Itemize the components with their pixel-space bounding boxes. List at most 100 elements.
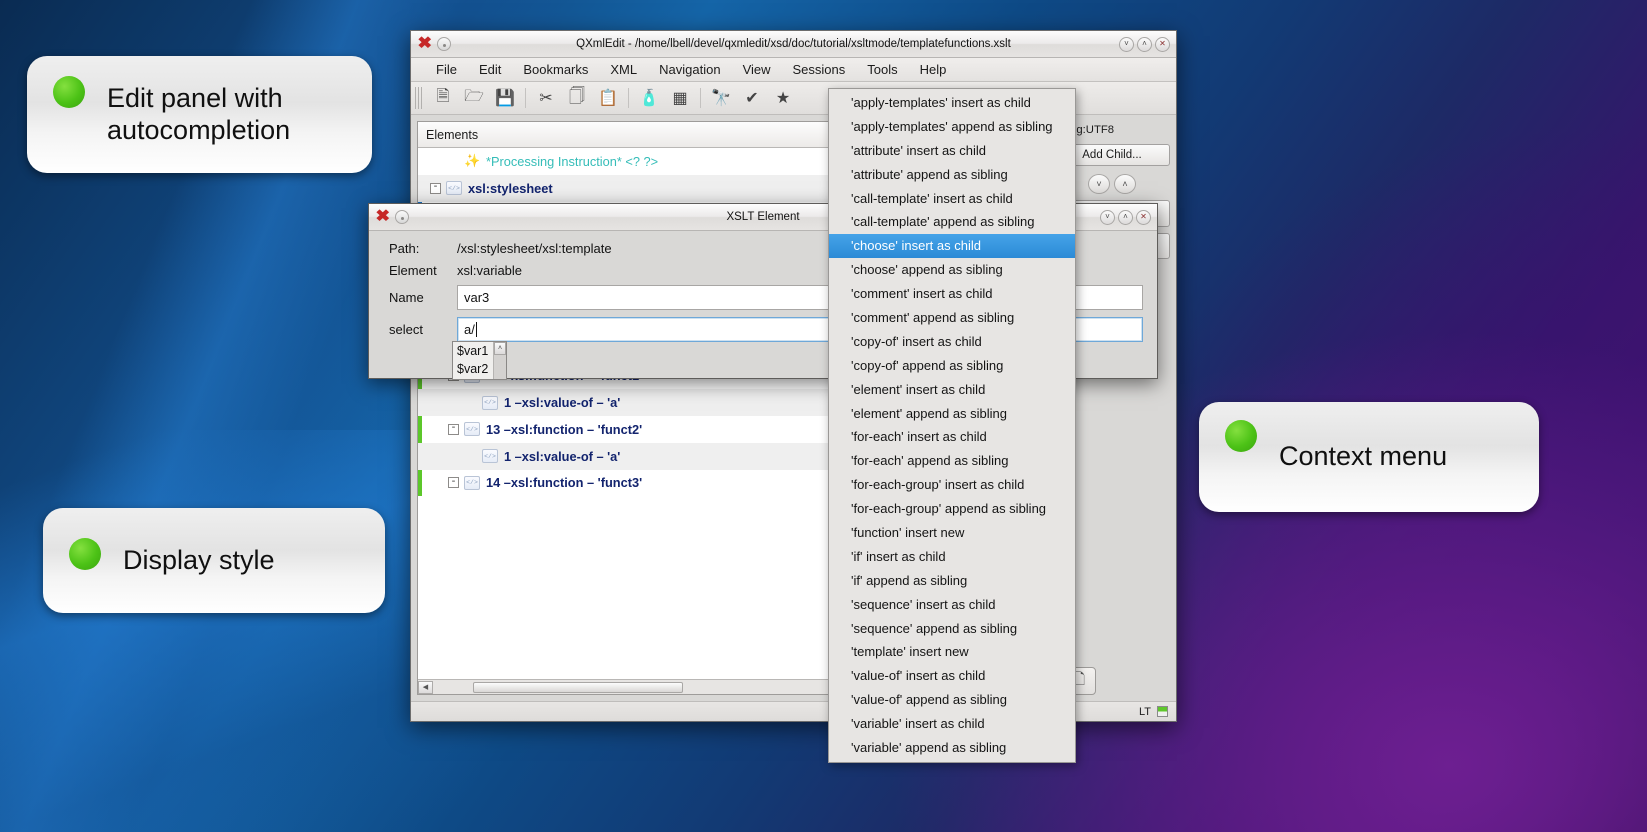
collapse-icon[interactable]: - — [430, 183, 441, 194]
context-menu-item[interactable]: 'call-template' insert as child — [829, 187, 1075, 211]
table-icon[interactable]: ▦ — [665, 84, 695, 112]
autocomplete-item[interactable]: $var2 — [453, 360, 493, 378]
main-menubar: File Edit Bookmarks XML Navigation View … — [411, 58, 1176, 82]
callout-display-text: Display style — [123, 545, 275, 577]
scroll-thumb[interactable] — [473, 682, 683, 693]
dialog-window-menu-icon[interactable] — [395, 210, 409, 224]
collapse-icon[interactable]: - — [448, 424, 459, 435]
dialog-close-button[interactable]: ✕ — [1136, 210, 1151, 225]
validate-check-icon[interactable]: ✔ — [737, 84, 767, 112]
ready-flag-icon — [1157, 706, 1168, 717]
path-value: /xsl:stylesheet/xsl:template — [457, 241, 612, 256]
context-menu-item[interactable]: 'apply-templates' append as sibling — [829, 115, 1075, 139]
context-menu-item[interactable]: 'function' insert new — [829, 521, 1075, 545]
menu-file[interactable]: File — [425, 59, 468, 80]
context-menu-item[interactable]: 'if' insert as child — [829, 545, 1075, 569]
element-icon — [482, 449, 498, 463]
context-menu-item[interactable]: 'for-each-group' insert as child — [829, 473, 1075, 497]
select-input-value: a/ — [464, 322, 475, 337]
collapse-icon[interactable]: - — [448, 477, 459, 488]
context-menu-item[interactable]: 'comment' insert as child — [829, 282, 1075, 306]
menu-view[interactable]: View — [732, 59, 782, 80]
context-menu-item[interactable]: 'if' append as sibling — [829, 569, 1075, 593]
minimize-button[interactable]: ˅ — [1119, 37, 1134, 52]
move-up-button[interactable]: ˄ — [1114, 174, 1136, 194]
save-file-icon[interactable]: 💾 — [490, 84, 520, 112]
new-file-icon[interactable]: 🗎 — [428, 84, 458, 112]
callout-context-text: Context menu — [1279, 441, 1447, 473]
context-menu-item[interactable]: 'element' append as sibling — [829, 402, 1075, 426]
context-menu-item[interactable]: 'variable' append as sibling — [829, 736, 1075, 760]
menu-edit[interactable]: Edit — [468, 59, 512, 80]
menu-bookmarks[interactable]: Bookmarks — [512, 59, 599, 80]
context-menu-item[interactable]: 'for-each' append as sibling — [829, 449, 1075, 473]
context-menu-item[interactable]: 'template' insert new — [829, 640, 1075, 664]
copy-icon[interactable]: 🗍 — [562, 84, 592, 112]
favorite-star-icon[interactable]: ★ — [768, 84, 798, 112]
scroll-left-arrow[interactable]: ◀ — [418, 681, 433, 694]
context-menu-item[interactable]: 'value-of' insert as child — [829, 664, 1075, 688]
context-menu-item[interactable]: 'copy-of' insert as child — [829, 330, 1075, 354]
toolbar-separator — [525, 88, 526, 108]
spray-icon[interactable]: 🧴 — [634, 84, 664, 112]
menu-tools[interactable]: Tools — [856, 59, 908, 80]
cut-icon[interactable]: ✂ — [531, 84, 561, 112]
context-menu-item[interactable]: 'comment' append as sibling — [829, 306, 1075, 330]
context-menu-item[interactable]: 'sequence' append as sibling — [829, 617, 1075, 641]
menu-sessions[interactable]: Sessions — [782, 59, 857, 80]
row-marker — [418, 470, 422, 497]
autocomplete-item[interactable]: $var1 — [453, 342, 493, 360]
autocomplete-list: $var1$var2 — [453, 342, 493, 379]
dialog-close-x-icon[interactable]: ✖ — [375, 209, 390, 225]
callout-context-menu: Context menu — [1199, 402, 1539, 512]
close-x-icon[interactable]: ✖ — [417, 36, 432, 52]
callout-edit-text: Edit panel with autocompletion — [107, 83, 346, 147]
binoculars-icon[interactable]: 🔭 — [706, 84, 736, 112]
dialog-minimize-button[interactable]: ˅ — [1100, 210, 1115, 225]
context-menu-item[interactable]: 'variable' insert as child — [829, 712, 1075, 736]
element-value: xsl:variable — [457, 263, 522, 278]
autocomplete-scrollbar[interactable]: ˄ — [493, 342, 506, 379]
bullet-dot-icon — [69, 538, 101, 570]
row-marker — [418, 416, 422, 443]
window-menu-icon[interactable] — [437, 37, 451, 51]
context-menu-item[interactable]: 'element' insert as child — [829, 378, 1075, 402]
menu-help[interactable]: Help — [909, 59, 958, 80]
toolbar-grip[interactable] — [415, 87, 423, 109]
open-file-icon[interactable]: 🗁 — [459, 84, 489, 112]
row-marker — [418, 175, 422, 202]
dialog-maximize-button[interactable]: ˄ — [1118, 210, 1133, 225]
context-menu-item[interactable]: 'for-each' insert as child — [829, 425, 1075, 449]
window-title: QXmlEdit - /home/lbell/devel/qxmledit/xs… — [411, 38, 1176, 50]
element-icon — [482, 396, 498, 410]
context-menu-item[interactable]: 'choose' insert as child — [829, 234, 1075, 258]
path-label: Path: — [389, 241, 457, 256]
close-button[interactable]: ✕ — [1155, 37, 1170, 52]
context-menu-item[interactable]: 'for-each-group' append as sibling — [829, 497, 1075, 521]
context-menu-item[interactable]: 'apply-templates' insert as child — [829, 91, 1075, 115]
menu-xml[interactable]: XML — [599, 59, 648, 80]
autocomplete-scroll-up[interactable]: ˄ — [494, 342, 506, 355]
toolbar-separator — [700, 88, 701, 108]
move-down-button[interactable]: ˅ — [1088, 174, 1110, 194]
context-menu-item[interactable]: 'sequence' insert as child — [829, 593, 1075, 617]
element-icon — [464, 476, 480, 490]
context-menu-item[interactable]: 'choose' append as sibling — [829, 258, 1075, 282]
paste-icon[interactable]: 📋 — [593, 84, 623, 112]
bullet-dot-icon — [53, 76, 85, 108]
maximize-button[interactable]: ˄ — [1137, 37, 1152, 52]
autocomplete-scroll-track[interactable] — [494, 355, 506, 379]
context-menu-item[interactable]: 'call-template' append as sibling — [829, 210, 1075, 234]
row-marker — [418, 443, 422, 470]
context-menu-item[interactable]: 'attribute' insert as child — [829, 139, 1075, 163]
toolbar-separator — [628, 88, 629, 108]
menu-navigation[interactable]: Navigation — [648, 59, 731, 80]
xslt-context-menu: 'apply-templates' insert as child'apply-… — [828, 88, 1076, 763]
context-menu-item[interactable]: 'value-of' append as sibling — [829, 688, 1075, 712]
context-menu-item[interactable]: 'attribute' append as sibling — [829, 163, 1075, 187]
element-icon — [464, 422, 480, 436]
row-marker — [418, 389, 422, 416]
context-menu-item[interactable]: 'copy-of' append as sibling — [829, 354, 1075, 378]
callout-display-style: Display style — [43, 508, 385, 613]
name-label: Name — [389, 290, 457, 305]
